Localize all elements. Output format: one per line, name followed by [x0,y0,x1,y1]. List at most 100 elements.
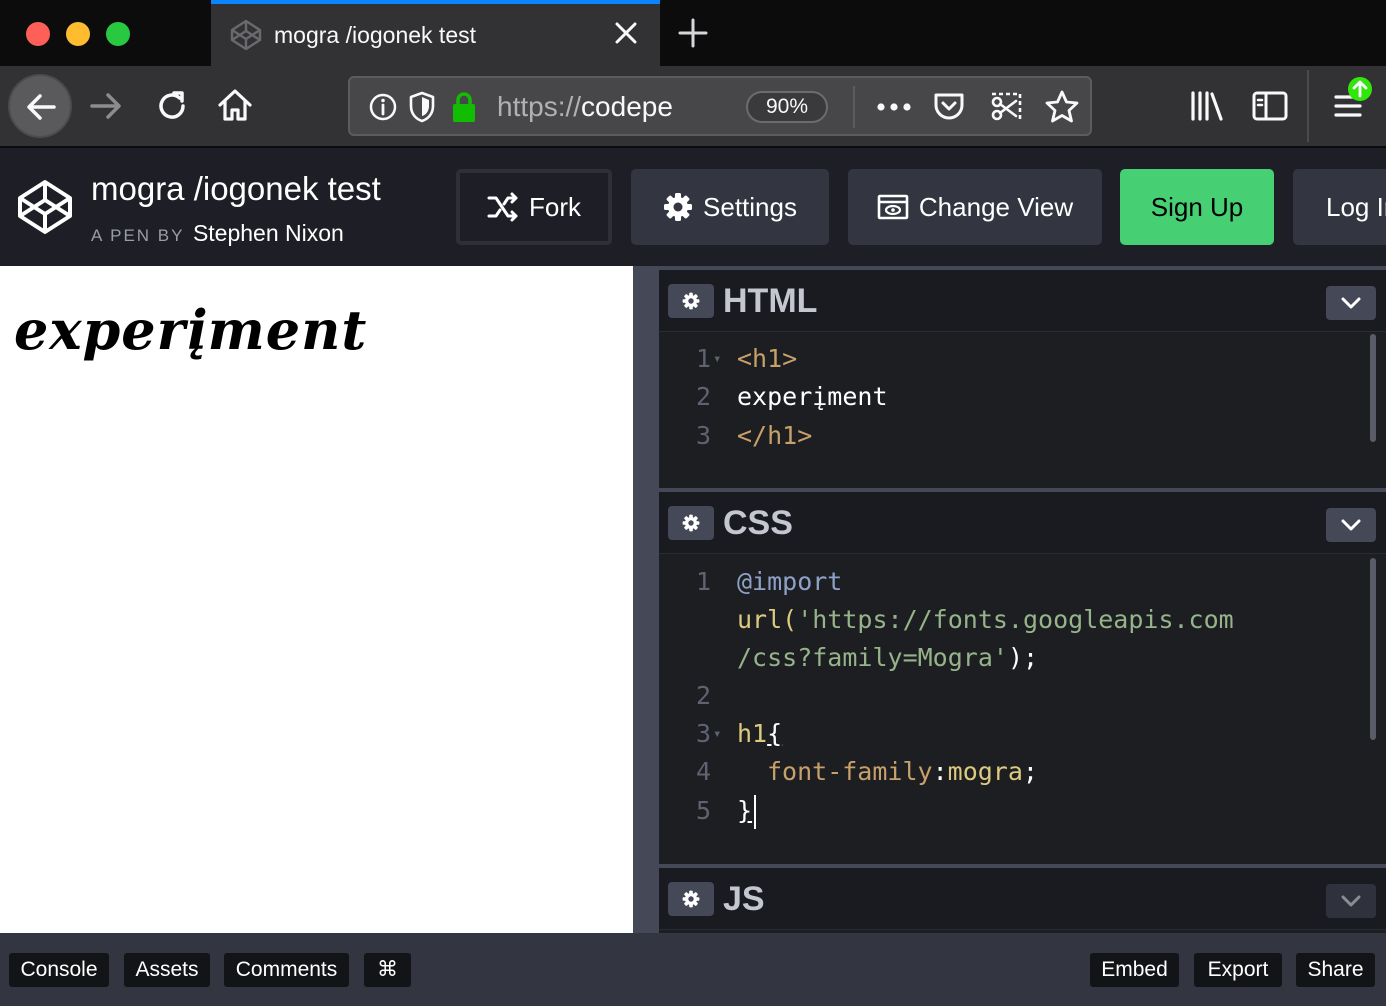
library-icon[interactable] [1190,90,1224,122]
star-icon[interactable] [1044,89,1080,125]
css-editor: CSS 1 @import url('https://fonts.googlea… [659,488,1386,866]
code-text: <h1> [737,344,798,373]
navigation-toolbar: https://codepe 90% [0,66,1386,148]
export-button[interactable]: Export [1194,953,1282,987]
url-bar[interactable]: https://codepe 90% [348,76,1092,136]
info-icon[interactable] [368,92,398,122]
js-editor-menu-button[interactable] [1326,884,1376,918]
code-token: } [737,796,753,825]
tab-active[interactable]: mogra /iogonek test [211,0,660,66]
more-dots-icon[interactable] [876,96,912,118]
fork-icon [487,192,518,222]
update-badge[interactable] [1348,77,1372,101]
arrow-up-icon [1352,80,1368,98]
back-button[interactable] [8,74,72,138]
code-text: @import [737,567,843,596]
pen-title: mogra /iogonek test [91,170,381,207]
code-token: : [932,757,948,786]
chevron-down-icon [1341,297,1361,309]
log-in-button[interactable]: Log In [1293,169,1386,245]
lock-icon[interactable] [450,90,478,124]
url-text[interactable]: https://codepe [497,91,677,123]
result-preview[interactable]: experįment [0,266,633,933]
url-scheme: https:// [497,91,582,122]
sidebar-icon[interactable] [1252,90,1288,122]
html-editor: HTML 1 ▾ <h1> 2 experįment 3 </h1> [659,266,1386,490]
fold-arrow-icon[interactable]: ▾ [713,715,721,753]
gear-icon [682,890,700,908]
reload-icon[interactable] [154,88,190,124]
screenshot-icon[interactable] [988,90,1024,124]
line-number: 5 [695,796,711,825]
code-token: h1 [737,719,768,748]
shield-icon[interactable] [408,91,436,123]
change-view-icon [877,194,909,220]
codepen-footer: Console Assets Comments ⌘ Embed Export S… [0,933,1386,1006]
console-button[interactable]: Console [9,953,109,987]
html-editor-scrollbar[interactable] [1370,334,1376,442]
line-number: 1 [695,344,711,373]
html-editor-title: HTML [723,282,818,320]
css-settings-button[interactable] [668,506,714,540]
author-link[interactable]: Stephen Nixon [193,220,344,246]
js-settings-button[interactable] [668,882,714,916]
line-number: 2 [695,382,711,411]
keyboard-shortcuts-button[interactable]: ⌘ [364,953,411,987]
text-cursor [754,795,757,829]
html-settings-button[interactable] [668,284,714,318]
settings-label: Settings [703,191,797,222]
line-number: 3 [695,719,711,748]
css-editor-scrollbar[interactable] [1370,558,1376,740]
tab-title: mogra /iogonek test [274,22,477,48]
embed-button[interactable]: Embed [1090,953,1179,987]
gear-icon [682,514,700,532]
code-token: mogra [947,757,1023,786]
url-bar-separator [853,86,855,128]
arrow-right-icon[interactable] [88,88,124,124]
pane-resizer[interactable] [633,266,659,933]
line-number: 2 [695,681,711,710]
settings-button[interactable]: Settings [631,169,829,245]
window-minimize-button[interactable] [66,22,90,46]
html-editor-menu-button[interactable] [1326,286,1376,320]
editor-panes: HTML 1 ▾ <h1> 2 experįment 3 </h1> CSS 1… [659,266,1386,933]
pen-byline: A PEN BY Stephen Nixon [91,220,344,247]
preview-heading: experįment [14,298,368,362]
home-icon[interactable] [216,86,254,124]
gear-icon [682,292,700,310]
codepen-header: mogra /iogonek test A PEN BY Stephen Nix… [0,148,1386,266]
assets-button[interactable]: Assets [124,953,210,987]
change-view-button[interactable]: Change View [848,169,1102,245]
code-token: font-family [767,757,933,786]
close-tab-icon[interactable] [611,18,641,48]
code-text: experįment [737,382,888,411]
chevron-down-icon [1341,895,1361,907]
share-button[interactable]: Share [1296,953,1375,987]
line-number: 1 [695,567,711,596]
new-tab-icon[interactable] [676,16,710,50]
fork-label: Fork [529,191,581,222]
css-editor-menu-button[interactable] [1326,508,1376,542]
zoom-level-badge[interactable]: 90% [746,91,828,123]
codepen-logo-icon[interactable] [16,178,74,236]
js-editor: JS [659,864,1386,933]
js-editor-header: JS [659,868,1386,930]
chevron-down-icon [1341,519,1361,531]
window-zoom-button[interactable] [106,22,130,46]
window-close-button[interactable] [26,22,50,46]
code-token: { [767,719,783,748]
css-editor-header: CSS [659,492,1386,554]
code-token: ; [1022,757,1038,786]
html-editor-header: HTML [659,270,1386,332]
arrow-left-icon [27,94,56,120]
pocket-icon[interactable] [932,90,966,124]
code-token: 'https://fonts.googleapis.com [797,605,1234,634]
sign-up-button[interactable]: Sign Up [1120,169,1274,245]
comments-button[interactable]: Comments [224,953,349,987]
js-editor-title: JS [723,880,765,918]
code-token: url( [737,605,798,634]
fold-arrow-icon[interactable]: ▾ [713,340,721,378]
byline-prefix: A PEN BY [91,226,185,245]
code-token: /css?family=Mogra' [737,643,1008,672]
fork-button[interactable]: Fork [456,169,612,245]
